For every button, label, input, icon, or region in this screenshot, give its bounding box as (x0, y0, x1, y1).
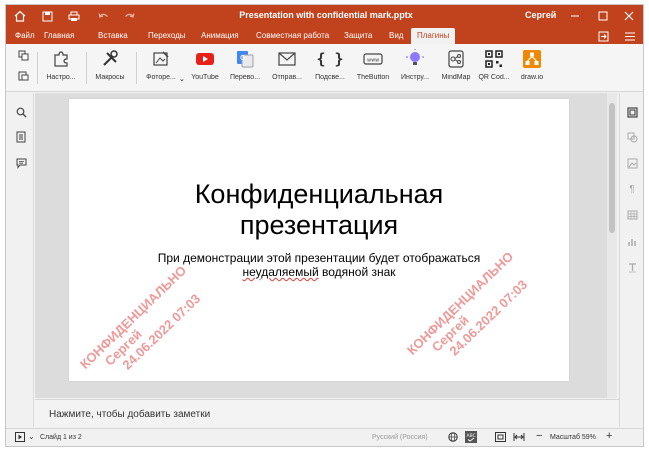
search-icon[interactable] (14, 105, 28, 119)
svg-text:www: www (367, 58, 379, 64)
slides-panel-icon[interactable] (14, 130, 28, 144)
slide-counter: Слайд 1 из 2 (40, 434, 82, 441)
macros-button[interactable]: Макросы (90, 48, 130, 81)
slide-title[interactable]: Конфиденциальная презентация (69, 179, 569, 241)
spellcheck-word: неудаляемый (242, 265, 319, 279)
globe-icon[interactable] (448, 432, 458, 444)
svg-text:G: G (240, 54, 245, 62)
menu-home[interactable]: Главная (44, 31, 74, 40)
send-mail-button[interactable]: Отправ... (267, 48, 307, 81)
photo-editor-button[interactable]: Фоторе... (141, 48, 181, 81)
menu-bar: Файл Главная Вставка Переходы Анимация С… (6, 27, 643, 44)
app-window: Presentation with confidential mark.pptx… (5, 4, 644, 447)
menu-view[interactable]: Вид (389, 31, 403, 40)
table-settings-icon[interactable] (625, 208, 639, 222)
tools-icon (90, 48, 130, 70)
zoom-level[interactable]: Масштаб 59% (550, 434, 596, 441)
open-location-icon[interactable] (596, 29, 610, 43)
menu-protection[interactable]: Защита (344, 31, 372, 40)
qr-code-button[interactable]: QR Cod... (474, 48, 514, 81)
redo-icon[interactable] (122, 9, 136, 23)
copy-icon[interactable] (16, 48, 30, 62)
status-bar: ⌄ Слайд 1 из 2 Русский (Россия) ABC − Ма… (6, 428, 643, 446)
comments-icon[interactable] (14, 156, 28, 170)
slide-subtitle[interactable]: При демонстрации этой презентации будет … (69, 251, 569, 279)
zoom-out-icon[interactable]: − (536, 430, 542, 442)
mindmap-button[interactable]: MindMap (436, 48, 476, 81)
plugin-settings-button[interactable]: Настро... (41, 48, 81, 81)
menu-transitions[interactable]: Переходы (148, 31, 186, 40)
chevron-down-icon[interactable]: ⌄ (28, 432, 35, 441)
braces-icon: { } (316, 50, 344, 68)
youtube-button[interactable]: YouTube (185, 48, 225, 81)
menu-plugins[interactable]: Плагины (411, 28, 456, 44)
www-button-icon: www (353, 48, 393, 70)
toolbar-separator (136, 52, 137, 84)
maximize-icon[interactable] (596, 9, 610, 23)
toolbar-separator (86, 52, 87, 84)
spellcheck-icon[interactable]: ABC (465, 431, 477, 445)
undo-icon[interactable] (96, 9, 110, 23)
close-icon[interactable] (622, 9, 636, 23)
notes-placeholder[interactable]: Нажмите, чтобы добавить заметки (49, 409, 210, 420)
print-icon[interactable] (67, 9, 81, 23)
instructions-button[interactable]: Инстру... (395, 48, 435, 81)
menu-collaboration[interactable]: Совместная работа (256, 31, 329, 40)
right-sidebar: ¶ (619, 93, 643, 427)
menu-file[interactable]: Файл (15, 31, 35, 40)
plugins-toolbar: Настро... Макросы Фоторе... ⌄ YouTube G (6, 44, 643, 92)
user-name[interactable]: Сергей (525, 10, 556, 20)
shape-settings-icon[interactable] (625, 130, 639, 144)
thebutton-button[interactable]: www TheButton (353, 48, 393, 81)
title-bar: Presentation with confidential mark.pptx… (6, 5, 643, 27)
translate-button[interactable]: G Перево... (225, 48, 265, 81)
save-icon[interactable] (40, 9, 54, 23)
language-selector[interactable]: Русский (Россия) (372, 434, 428, 441)
slide-editor[interactable]: КОНФИДЕНЦИАЛЬНО Сергей 24.06.2022 07:03 … (35, 93, 617, 398)
scrollbar-thumb[interactable] (609, 103, 615, 233)
drawio-icon (512, 48, 552, 70)
photo-editor-icon (141, 48, 181, 70)
mail-icon (267, 48, 307, 70)
translate-icon: G (225, 48, 265, 70)
slide-settings-icon[interactable] (625, 105, 639, 119)
zoom-in-icon[interactable]: + (606, 430, 612, 442)
chart-settings-icon[interactable] (625, 234, 639, 248)
slide-canvas[interactable]: КОНФИДЕНЦИАЛЬНО Сергей 24.06.2022 07:03 … (69, 99, 569, 381)
left-sidebar (6, 93, 34, 427)
drawio-button[interactable]: draw.io (512, 48, 552, 81)
mindmap-icon (436, 48, 476, 70)
paragraph-settings-icon[interactable]: ¶ (625, 182, 639, 196)
notes-area[interactable]: Нажмите, чтобы добавить заметки (35, 399, 619, 427)
menu-animation[interactable]: Анимация (201, 31, 239, 40)
youtube-icon (185, 48, 225, 70)
minimize-icon[interactable] (568, 9, 582, 23)
menu-insert[interactable]: Вставка (98, 31, 128, 40)
fit-width-icon[interactable] (513, 432, 525, 444)
toolbar-separator (37, 52, 38, 84)
watermark-left: КОНФИДЕНЦИАЛЬНО Сергей 24.06.2022 07:03 (77, 262, 204, 373)
fit-slide-icon[interactable] (495, 432, 506, 444)
chevron-down-icon[interactable]: ⌄ (179, 75, 185, 83)
vertical-scrollbar[interactable] (607, 93, 617, 398)
hamburger-menu-icon[interactable] (623, 29, 637, 43)
highlight-code-button[interactable]: { } Подсве... (310, 48, 350, 81)
bulb-icon (395, 48, 435, 70)
qr-code-icon (474, 48, 514, 70)
image-settings-icon[interactable] (625, 156, 639, 170)
play-slideshow-icon[interactable] (15, 432, 25, 444)
home-icon[interactable] (13, 9, 27, 23)
puzzle-icon (41, 48, 81, 70)
svg-text:ABC: ABC (467, 433, 476, 439)
text-art-settings-icon[interactable] (625, 260, 639, 274)
paste-icon[interactable] (16, 68, 30, 82)
document-title: Presentation with confidential mark.pptx (239, 10, 413, 20)
